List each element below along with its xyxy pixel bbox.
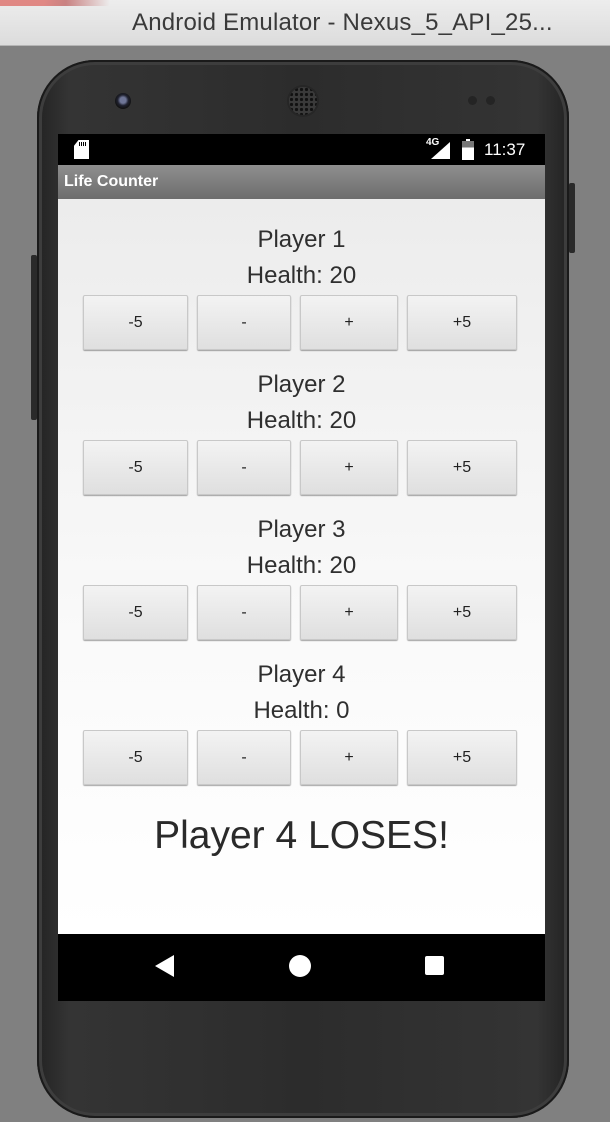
player-2-plus-5-button[interactable]: +5	[407, 440, 517, 495]
player-2-minus-1-button[interactable]: -	[197, 440, 291, 495]
earpiece-speaker-icon	[289, 87, 317, 115]
player-3-minus-5-button[interactable]: -5	[83, 585, 188, 640]
light-sensor-icon	[486, 96, 495, 105]
health-label: Health:	[246, 262, 323, 289]
player-3-minus-1-button[interactable]: -	[197, 585, 291, 640]
player-health: Health: 20	[58, 407, 545, 435]
recents-icon[interactable]	[425, 956, 444, 975]
window-title: Android Emulator - Nexus_5_API_25...	[132, 9, 553, 36]
home-icon[interactable]	[289, 955, 311, 977]
life-counter-content: Player 1 Health: 20 -5 - + +5 Player 2 H…	[58, 199, 545, 934]
player-2-minus-5-button[interactable]: -5	[83, 440, 188, 495]
player-3-plus-5-button[interactable]: +5	[407, 585, 517, 640]
health-value: 0	[336, 697, 350, 724]
player-1-minus-1-button[interactable]: -	[197, 295, 291, 350]
player-2-plus-1-button[interactable]: +	[300, 440, 398, 495]
player-4-plus-1-button[interactable]: +	[300, 730, 398, 785]
health-label: Health:	[246, 407, 323, 434]
emulator-window-titlebar: Android Emulator - Nexus_5_API_25...	[0, 0, 610, 46]
player-4-plus-5-button[interactable]: +5	[407, 730, 517, 785]
player-1-section: Player 1 Health: 20 -5 - + +5	[58, 199, 545, 350]
status-clock: 11:37	[484, 140, 526, 159]
app-title: Life Counter	[64, 173, 159, 190]
action-bar: Life Counter	[58, 165, 545, 199]
health-label: Health:	[253, 697, 330, 724]
back-icon[interactable]	[155, 955, 174, 977]
health-value: 20	[329, 407, 357, 434]
player-2-section: Player 2 Health: 20 -5 - + +5	[58, 344, 545, 495]
player-3-section: Player 3 Health: 20 -5 - + +5	[58, 489, 545, 640]
game-result-message: Player 4 LOSES!	[154, 814, 449, 857]
player-1-minus-5-button[interactable]: -5	[83, 295, 188, 350]
health-value: 20	[329, 552, 357, 579]
player-name: Player 4	[257, 661, 346, 688]
device-screen: 4G 11:37 Life Counter Player 1 Health: 2…	[58, 134, 545, 1001]
player-name: Player 2	[257, 371, 346, 398]
proximity-sensor-icon	[468, 96, 477, 105]
player-health: Health: 20	[58, 262, 545, 290]
player-1-plus-1-button[interactable]: +	[300, 295, 398, 350]
player-1-plus-5-button[interactable]: +5	[407, 295, 517, 350]
player-4-minus-1-button[interactable]: -	[197, 730, 291, 785]
battery-icon	[462, 139, 474, 160]
status-bar: 4G 11:37	[58, 134, 545, 165]
front-camera-icon	[115, 93, 131, 109]
player-4-section: Player 4 Health: 0 -5 - + +5	[58, 634, 545, 785]
sd-card-icon	[74, 140, 89, 159]
player-health: Health: 20	[58, 552, 545, 580]
player-name: Player 1	[257, 226, 346, 253]
player-health: Health: 0	[58, 697, 545, 725]
health-label: Health:	[246, 552, 323, 579]
window-controls[interactable]	[0, 0, 110, 6]
navigation-bar	[58, 934, 545, 1001]
health-value: 20	[329, 262, 357, 289]
network-type-label: 4G	[426, 137, 440, 148]
player-4-minus-5-button[interactable]: -5	[83, 730, 188, 785]
player-name: Player 3	[257, 516, 346, 543]
player-3-plus-1-button[interactable]: +	[300, 585, 398, 640]
power-button[interactable]	[569, 183, 575, 253]
